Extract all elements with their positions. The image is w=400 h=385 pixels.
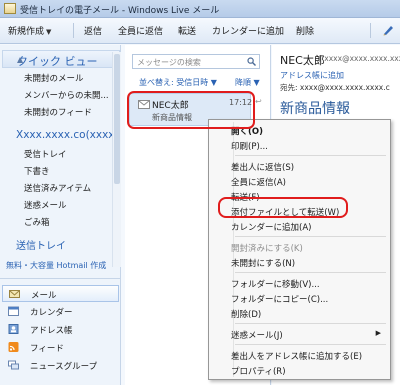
quick-views-header[interactable]: クイック ビュー ▲ (2, 50, 120, 68)
delete-button[interactable]: 削除 (296, 24, 314, 37)
menu-item-reply-all[interactable]: 全員に返信(A) (211, 173, 388, 189)
context-menu: 開く(O) 印刷(P)... 差出人に返信(S) 全員に返信(A) 転送(F) … (208, 119, 391, 380)
scrollbar-thumb[interactable] (114, 54, 120, 184)
folder-deleted[interactable]: ごみ箱 (24, 216, 50, 228)
menu-item-move-to-folder[interactable]: フォルダーに移動(V)... (211, 275, 388, 291)
pen-icon[interactable] (382, 24, 394, 36)
quick-view-unread-mail[interactable]: 未開封のメール (24, 72, 84, 84)
chevron-icon: ▲ (17, 55, 24, 64)
reply-all-button[interactable]: 全員に返信 (118, 24, 163, 37)
menu-item-mark-read: 開封済みにする(K) (231, 244, 303, 254)
reading-recipient: 宛先: xxxx@xxxx.xxxx.xxxx.c (280, 83, 390, 92)
menu-item-properties[interactable]: プロパティ(R) (211, 362, 388, 378)
rss-feed-icon (8, 342, 19, 352)
menu-item-junk-mail[interactable]: 迷惑メール(J) ▶ (211, 326, 388, 342)
folder-pane-scrollbar[interactable] (112, 52, 121, 267)
hotmail-promo-link[interactable]: 無料・大容量 Hotmail 作成 (6, 260, 106, 271)
sidebar-divider (0, 278, 121, 279)
nav-newsgroups[interactable]: ニュースグループ (2, 357, 119, 374)
new-button[interactable]: 新規作成 ▼ (8, 24, 51, 37)
mail-app-icon (4, 3, 16, 14)
sort-by-dropdown[interactable]: 並べ替え: 受信日時 ▼ (139, 77, 217, 88)
calendar-icon (8, 306, 19, 316)
window-title: 受信トレイの電子メール - Windows Live メール (20, 6, 220, 16)
menu-item-add-to-calendar[interactable]: カレンダーに追加(A) (211, 218, 388, 234)
quick-view-unread-contacts[interactable]: メンバーからの未開... (24, 89, 109, 101)
sort-direction-toggle[interactable]: 降順 ▼ (235, 77, 260, 88)
menu-separator (235, 236, 386, 237)
account-name[interactable]: Xxxx.xxxx.co(xxxx (16, 129, 115, 141)
toolbar: 新規作成 ▼ 返信 全員に返信 転送 カレンダーに追加 削除 (0, 18, 400, 44)
nav-mail[interactable]: メール (2, 285, 119, 302)
menu-highlight-outline (218, 197, 348, 218)
newsgroup-icon (8, 360, 19, 370)
nav-calendar[interactable]: カレンダー (2, 303, 119, 320)
folder-outbox[interactable]: 送信トレイ (16, 237, 66, 252)
search-icon[interactable] (247, 57, 256, 66)
toolbar-divider (73, 23, 74, 38)
menu-item-reply-sender[interactable]: 差出人に返信(S) (211, 158, 388, 174)
address-book-icon (8, 324, 19, 334)
dropdown-arrow-icon: ▼ (46, 28, 52, 36)
forward-button[interactable]: 転送 (178, 24, 196, 37)
nav-contacts[interactable]: アドレス帳 (2, 321, 119, 338)
menu-separator (235, 155, 386, 156)
folder-pane: クイック ビュー ▲ 未開封のメール メンバーからの未開... 未開封のフィード… (0, 45, 121, 385)
message-search-input[interactable]: メッセージの検索 (132, 54, 260, 69)
reply-status-icon: ↩ (255, 97, 262, 106)
reading-sender-address: [ xxxx@xxxx.xxxx.xxxx.c (319, 54, 400, 63)
menu-item-mark-unread[interactable]: 未開封にする(N) (211, 254, 388, 270)
toolbar-divider (370, 23, 371, 38)
add-to-contacts-link[interactable]: アドレス帳に追加 (280, 70, 344, 81)
folder-junk[interactable]: 迷惑メール (24, 199, 67, 211)
menu-item-delete[interactable]: 削除(D) (211, 305, 388, 321)
folder-inbox[interactable]: 受信トレイ (24, 148, 67, 160)
menu-item-print[interactable]: 印刷(P)... (211, 137, 388, 153)
menu-item-copy-to-folder[interactable]: フォルダーにコピー(C)... (211, 290, 388, 306)
menu-separator (235, 323, 386, 324)
submenu-arrow-icon: ▶ (375, 329, 381, 337)
mail-icon (9, 290, 20, 298)
menu-separator (235, 344, 386, 345)
quick-view-unread-feeds[interactable]: 未開封のフィード (24, 106, 92, 118)
reading-subject: 新商品情報 (280, 101, 350, 117)
reply-button[interactable]: 返信 (84, 24, 102, 37)
menu-separator (235, 272, 386, 273)
menu-item-add-sender-to-contacts[interactable]: 差出人をアドレス帳に追加する(E) (211, 347, 388, 363)
message-highlight-outline (127, 91, 255, 129)
folder-drafts[interactable]: 下書き (24, 165, 50, 177)
folder-sent-items[interactable]: 送信済みアイテム (24, 182, 91, 194)
add-to-calendar-button[interactable]: カレンダーに追加 (212, 24, 284, 37)
nav-feeds[interactable]: フィード (2, 339, 119, 356)
title-bar: 受信トレイの電子メール - Windows Live メール (0, 0, 400, 18)
